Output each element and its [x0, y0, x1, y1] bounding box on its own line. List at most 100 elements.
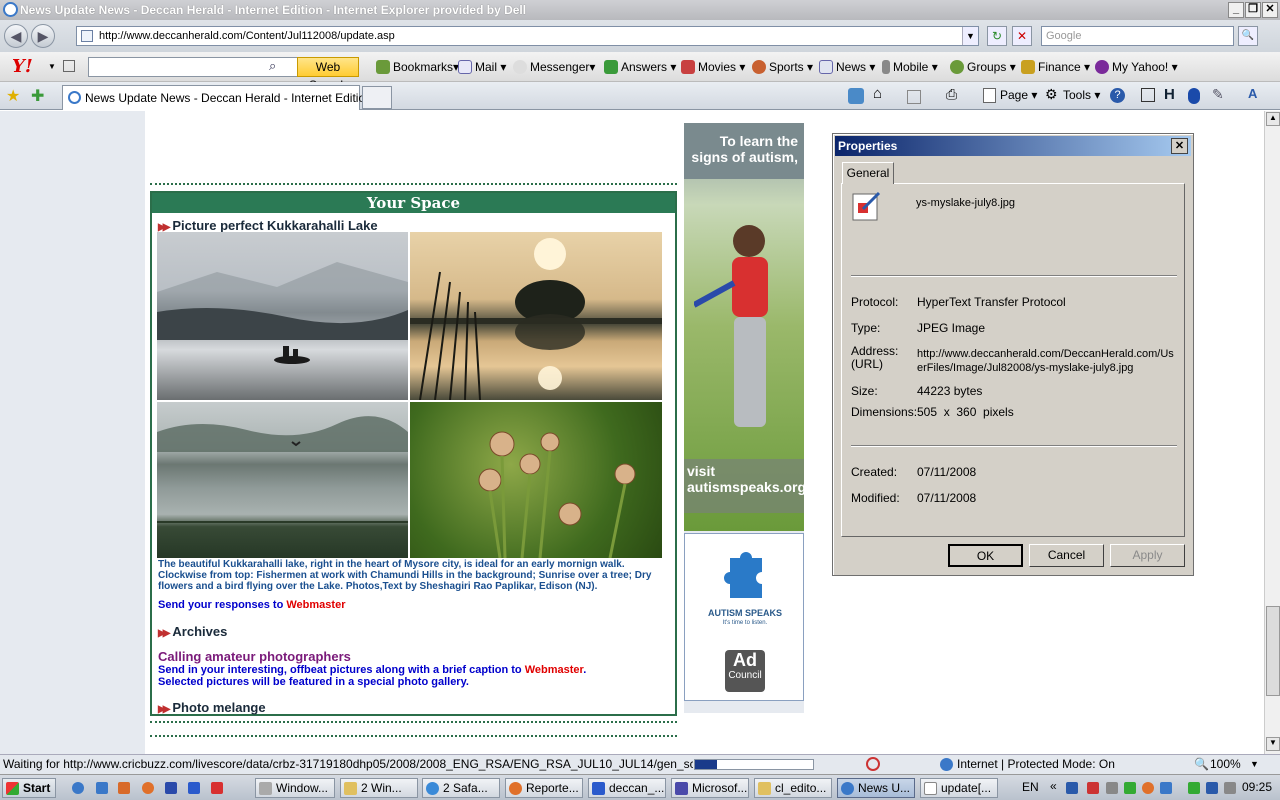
archives-heading[interactable]: ▶▶ Archives [158, 624, 227, 639]
taskbar-button-news-update[interactable]: News U... [837, 778, 915, 798]
tray-expand-icon[interactable]: « [1050, 779, 1057, 793]
minimize-button[interactable]: _ [1228, 2, 1244, 18]
page-menu[interactable]: Page ▾ [1000, 88, 1037, 102]
sports-icon [752, 60, 766, 74]
tray-icon-1[interactable] [1066, 782, 1078, 794]
taskbar-button-safari[interactable]: 2 Safa... [422, 778, 500, 798]
photo-bird-lake[interactable] [157, 402, 408, 558]
toolbar-item-my-yahoo[interactable]: My Yahoo! ▾ [1095, 60, 1178, 74]
tray-icon-4[interactable] [1124, 782, 1136, 794]
status-bar: Waiting for http://www.cricbuzz.com/live… [0, 754, 1280, 774]
webmaster-link[interactable]: Webmaster [286, 599, 345, 611]
taskbar-button-reporter[interactable]: Reporte... [505, 778, 583, 798]
toolbar-item-mail[interactable]: Mail ▾ [458, 60, 506, 74]
blocked-icon[interactable] [866, 757, 880, 771]
print-icon[interactable]: ⎙ [946, 86, 957, 103]
pencil-icon[interactable]: ✎ [1212, 86, 1224, 103]
autism-speaks-ad[interactable]: To learn the signs of autism, visit auti… [684, 123, 804, 713]
tray-icon-7[interactable] [1188, 782, 1200, 794]
back-button[interactable]: ◀ [4, 24, 28, 48]
quicklaunch-icon-3[interactable] [118, 782, 130, 794]
quicklaunch-ie-icon[interactable] [96, 782, 108, 794]
scroll-thumb[interactable] [1266, 606, 1280, 696]
quicklaunch-icon-7[interactable] [211, 782, 223, 794]
feeds-icon[interactable] [848, 88, 864, 104]
tray-icon-3[interactable] [1106, 782, 1118, 794]
start-button[interactable]: Start [2, 778, 56, 798]
vertical-scrollbar[interactable]: ▲ ▼ [1264, 111, 1280, 754]
favorites-star-icon[interactable]: ★ [6, 86, 20, 106]
address-bar[interactable]: http://www.deccanherald.com/Content/Jul1… [76, 26, 979, 46]
scroll-down-arrow-icon[interactable]: ▼ [1266, 737, 1280, 751]
zoom-dropdown-icon[interactable]: ▼ [1250, 755, 1259, 773]
article-heading[interactable]: ▶▶ Picture perfect Kukkarahalli Lake [158, 218, 378, 233]
tray-icon-2[interactable] [1087, 782, 1099, 794]
tray-icon-6[interactable] [1160, 782, 1172, 794]
address-dropdown-icon[interactable]: ▼ [962, 27, 978, 45]
bluetooth-icon[interactable] [1188, 88, 1200, 104]
tools-menu[interactable]: Tools ▾ [1063, 88, 1100, 102]
network-icon[interactable] [1206, 782, 1218, 794]
h-icon[interactable]: H [1164, 86, 1175, 103]
photo-sunrise[interactable] [410, 232, 662, 400]
quicklaunch-firefox-icon[interactable] [142, 782, 154, 794]
apply-button[interactable]: Apply [1110, 544, 1185, 567]
stop-button[interactable]: ✕ [1012, 26, 1032, 46]
toolbar-item-sports[interactable]: Sports ▾ [752, 60, 813, 74]
home-icon[interactable]: ⌂ [873, 85, 882, 102]
search-input[interactable]: Google [1041, 26, 1234, 46]
photo-melange-heading[interactable]: ▶▶ Photo melange [158, 700, 266, 715]
search-go-button[interactable]: 🔍 [1238, 26, 1258, 46]
quicklaunch-icon-5[interactable] [165, 782, 177, 794]
chevron-down-icon[interactable]: ▼ [48, 62, 56, 71]
yahoo-search-input[interactable] [88, 57, 298, 77]
add-favorites-icon[interactable]: ✚ [31, 86, 44, 106]
forward-button[interactable]: ▶ [31, 24, 55, 48]
taskbar-button-cl-edito[interactable]: cl_edito... [754, 778, 832, 798]
toolbar-item-mobile[interactable]: Mobile ▾ [882, 60, 938, 74]
quicklaunch-word-icon[interactable] [188, 782, 200, 794]
tab-general[interactable]: General [842, 162, 894, 184]
tab-news-update[interactable]: News Update News - Deccan Herald - Inter… [62, 85, 372, 110]
maximize-button[interactable]: ❐ [1245, 2, 1261, 18]
toolbar-item-messenger[interactable]: Messenger▾ [513, 60, 595, 74]
quicklaunch-icon-1[interactable] [72, 782, 84, 794]
taskbar-button-windows[interactable]: Window... [255, 778, 335, 798]
taskbar-button-update[interactable]: update[... [920, 778, 998, 798]
toolbar-item-movies[interactable]: Movies ▾ [681, 60, 745, 74]
photo-fishermen[interactable] [157, 232, 408, 400]
yahoo-logo[interactable]: Y! [12, 56, 33, 77]
ok-button[interactable]: OK [948, 544, 1023, 567]
toolbar-item-news[interactable]: News ▾ [819, 60, 875, 74]
cancel-button[interactable]: Cancel [1029, 544, 1104, 567]
web-search-button[interactable]: Web Search [297, 57, 359, 92]
help-icon[interactable]: ? [1110, 88, 1125, 103]
font-size-icon[interactable]: A [1248, 86, 1257, 101]
dialog-title-bar[interactable]: Properties ✕ [835, 136, 1191, 156]
photo-dry-flowers[interactable] [410, 402, 662, 558]
toolbar-item-bookmarks[interactable]: Bookmarks▾ [376, 60, 459, 74]
zoom-level[interactable]: 100% [1210, 755, 1241, 773]
new-tab-button[interactable] [362, 86, 392, 109]
refresh-button[interactable]: ↻ [987, 26, 1007, 46]
clock[interactable]: 09:25 [1242, 780, 1272, 794]
language-indicator[interactable]: EN [1022, 780, 1039, 794]
toolbar-item-answers[interactable]: Answers ▾ [604, 60, 676, 74]
rss-icon[interactable] [907, 90, 921, 104]
scroll-up-arrow-icon[interactable]: ▲ [1266, 112, 1280, 126]
taskbar-button-microsoft[interactable]: Microsof... [671, 778, 749, 798]
close-window-button[interactable]: ✕ [1262, 2, 1278, 18]
volume-icon[interactable] [1224, 782, 1236, 794]
webmaster-link-2[interactable]: Webmaster [525, 664, 584, 676]
research-icon[interactable] [1141, 88, 1155, 102]
toolbar-item-groups[interactable]: Groups ▾ [950, 60, 1016, 74]
dialog-close-button[interactable]: ✕ [1171, 138, 1188, 154]
taskbar-button-deccan[interactable]: deccan_... [588, 778, 666, 798]
toolbar-item-finance[interactable]: Finance ▾ [1021, 60, 1090, 74]
tray-icon-5[interactable] [1142, 782, 1154, 794]
bookmark-icon[interactable] [63, 60, 75, 72]
security-zone[interactable]: Internet | Protected Mode: On [957, 755, 1115, 773]
taskbar-label: cl_edito... [775, 781, 827, 795]
taskbar-button-2-win[interactable]: 2 Win... [340, 778, 418, 798]
bottom-divider [150, 721, 677, 723]
